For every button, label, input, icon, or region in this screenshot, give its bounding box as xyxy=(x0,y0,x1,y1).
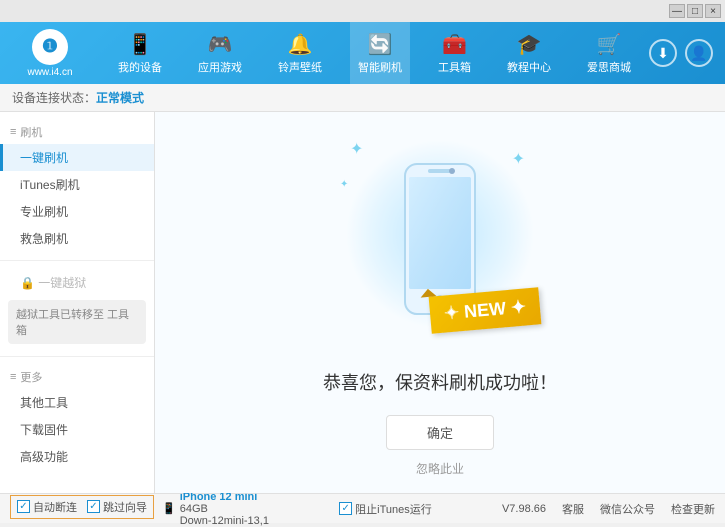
version-label: V7.98.66 xyxy=(502,503,546,515)
itunes-control: ✓ 阻止iTunes运行 xyxy=(339,501,432,517)
device-info: 📱 iPhone 12 mini 64GB Down-12mini-13,1 xyxy=(162,491,269,527)
sidebar-save-label: 救急刷机 xyxy=(20,232,68,246)
bottom-left: ✓ 自动断连 ✓ 跳过向导 📱 iPhone 12 mini 64GB Down… xyxy=(10,491,269,527)
sidebar-section-flash-header: ≡ 刷机 xyxy=(0,120,154,144)
close-btn[interactable]: × xyxy=(705,4,721,18)
update-link[interactable]: 检查更新 xyxy=(671,501,715,517)
sidebar-section-more-header: ≡ 更多 xyxy=(0,365,154,389)
bottom-right: V7.98.66 客服 微信公众号 检查更新 xyxy=(502,501,715,517)
nav-smart-flash[interactable]: 🔄 智能刷机 xyxy=(350,22,410,84)
sidebar-notice: 越狱工具已转移至 工具箱 xyxy=(8,300,146,344)
sidebar-other-tools-label: 其他工具 xyxy=(20,396,68,410)
content-area: ✦ ✦ ✦ ✦ NEW ✦ 恭喜您，保资料刷机成功啦！ 确定 忽略此业 xyxy=(155,112,725,493)
sidebar-item-save[interactable]: 救急刷机 xyxy=(0,225,154,252)
confirm-button[interactable]: 确定 xyxy=(386,415,494,450)
nav-toolbox[interactable]: 🧰 工具箱 xyxy=(430,22,479,84)
sidebar-one-click-label: 一键刷机 xyxy=(20,151,68,165)
itunes-checkbox[interactable]: ✓ xyxy=(339,502,352,515)
sidebar-divider-2 xyxy=(0,356,154,357)
nav-ringtone[interactable]: 🔔 铃声壁纸 xyxy=(270,22,330,84)
nav-items: 📱 我的设备 🎮 应用游戏 🔔 铃声壁纸 🔄 智能刷机 🧰 工具箱 🎓 教程中心… xyxy=(100,22,649,84)
sidebar-section-flash: ≡ 刷机 一键刷机 iTunes刷机 专业刷机 救急刷机 xyxy=(0,116,154,256)
sidebar-item-other-tools[interactable]: 其他工具 xyxy=(0,389,154,416)
sidebar-item-pro[interactable]: 专业刷机 xyxy=(0,198,154,225)
download-btn[interactable]: ⬇ xyxy=(649,39,677,67)
sidebar-section-flash-label: 刷机 xyxy=(20,124,42,140)
header: ❶ www.i4.cn 📱 我的设备 🎮 应用游戏 🔔 铃声壁纸 🔄 智能刷机 … xyxy=(0,22,725,84)
sidebar-item-advanced[interactable]: 高级功能 xyxy=(0,443,154,470)
phone-illustration: ✦ ✦ ✦ ✦ NEW ✦ xyxy=(340,129,540,349)
jailbreak-label: 一键越狱 xyxy=(38,276,86,290)
wizard-text: 跳过向导 xyxy=(103,499,147,515)
wizard-checkbox[interactable]: ✓ xyxy=(87,500,100,513)
flash-section-icon: ≡ xyxy=(10,126,16,138)
status-bar: 设备连接状态： 正常模式 xyxy=(0,84,725,112)
sidebar-divider-1 xyxy=(0,260,154,261)
tutorial-icon: 🎓 xyxy=(517,32,542,57)
nav-my-device[interactable]: 📱 我的设备 xyxy=(110,22,170,84)
device-storage: 64GB xyxy=(180,503,269,515)
sidebar-section-more: ≡ 更多 其他工具 下载固件 高级功能 xyxy=(0,361,154,474)
nav-toolbox-label: 工具箱 xyxy=(438,59,471,75)
wizard-label[interactable]: ✓ 跳过向导 xyxy=(87,499,147,515)
device-icon: 📱 xyxy=(162,502,176,515)
nav-mall[interactable]: 🛒 爱思商城 xyxy=(579,22,639,84)
wechat-link[interactable]: 微信公众号 xyxy=(600,501,655,517)
checkbox-area: ✓ 自动断连 ✓ 跳过向导 xyxy=(10,495,154,519)
jailbreak-icon: 🔒 xyxy=(20,276,38,290)
sidebar-section-jailbreak: 🔒 一键越狱 越狱工具已转移至 工具箱 xyxy=(0,265,154,352)
mall-icon: 🛒 xyxy=(597,32,622,57)
itunes-label: 阻止iTunes运行 xyxy=(355,501,432,517)
sidebar-pro-label: 专业刷机 xyxy=(20,205,68,219)
sparkle-3: ✦ xyxy=(340,179,348,190)
main-layout: ≡ 刷机 一键刷机 iTunes刷机 专业刷机 救急刷机 🔒 一键越狱 xyxy=(0,112,725,493)
smart-flash-icon: 🔄 xyxy=(368,32,393,57)
app-game-icon: 🎮 xyxy=(208,32,233,57)
nav-right: ⬇ 👤 xyxy=(649,39,725,67)
nav-app-game[interactable]: 🎮 应用游戏 xyxy=(190,22,250,84)
sidebar-section-more-label: 更多 xyxy=(20,369,42,385)
user-btn[interactable]: 👤 xyxy=(685,39,713,67)
logo[interactable]: ❶ www.i4.cn xyxy=(0,21,100,86)
more-section-icon: ≡ xyxy=(10,371,16,383)
nav-app-game-label: 应用游戏 xyxy=(198,59,242,75)
bottom-bar: ✓ 自动断连 ✓ 跳过向导 📱 iPhone 12 mini 64GB Down… xyxy=(0,493,725,523)
sidebar-advanced-label: 高级功能 xyxy=(20,450,68,464)
nav-mall-label: 爱思商城 xyxy=(587,59,631,75)
nav-tutorial-label: 教程中心 xyxy=(507,59,551,75)
success-message: 恭喜您，保资料刷机成功啦！ xyxy=(323,369,557,395)
nav-smart-flash-label: 智能刷机 xyxy=(358,59,402,75)
sidebar: ≡ 刷机 一键刷机 iTunes刷机 专业刷机 救急刷机 🔒 一键越狱 xyxy=(0,112,155,493)
service-link[interactable]: 客服 xyxy=(562,501,584,517)
toolbox-icon: 🧰 xyxy=(442,32,467,57)
my-device-icon: 📱 xyxy=(128,32,153,57)
ringtone-icon: 🔔 xyxy=(288,32,313,57)
device-details: iPhone 12 mini 64GB Down-12mini-13,1 xyxy=(180,491,269,527)
title-bar: — □ × xyxy=(0,0,725,22)
sidebar-section-jailbreak-header: 🔒 一键越狱 xyxy=(0,269,154,296)
device-model: Down-12mini-13,1 xyxy=(180,515,269,527)
nav-ringtone-label: 铃声壁纸 xyxy=(278,59,322,75)
ignore-link[interactable]: 忽略此业 xyxy=(416,460,464,477)
auto-connect-label[interactable]: ✓ 自动断连 xyxy=(17,499,77,515)
status-label: 设备连接状态： xyxy=(12,89,96,106)
sidebar-item-download-firmware[interactable]: 下载固件 xyxy=(0,416,154,443)
status-value: 正常模式 xyxy=(96,89,144,106)
maximize-btn[interactable]: □ xyxy=(687,4,703,18)
auto-connect-text: 自动断连 xyxy=(33,499,77,515)
sidebar-itunes-label: iTunes刷机 xyxy=(20,178,80,192)
logo-icon: ❶ xyxy=(32,29,68,65)
sidebar-download-firmware-label: 下载固件 xyxy=(20,423,68,437)
sidebar-notice-text: 越狱工具已转移至 工具箱 xyxy=(16,309,129,337)
sidebar-item-itunes[interactable]: iTunes刷机 xyxy=(0,171,154,198)
auto-connect-checkbox[interactable]: ✓ xyxy=(17,500,30,513)
sparkle-1: ✦ xyxy=(350,139,363,159)
nav-tutorial[interactable]: 🎓 教程中心 xyxy=(499,22,559,84)
logo-text: www.i4.cn xyxy=(27,67,72,78)
itunes-checkbox-label[interactable]: ✓ 阻止iTunes运行 xyxy=(339,501,432,517)
sidebar-item-one-click[interactable]: 一键刷机 xyxy=(0,144,154,171)
nav-my-device-label: 我的设备 xyxy=(118,59,162,75)
sparkle-2: ✦ xyxy=(512,149,525,169)
minimize-btn[interactable]: — xyxy=(669,4,685,18)
